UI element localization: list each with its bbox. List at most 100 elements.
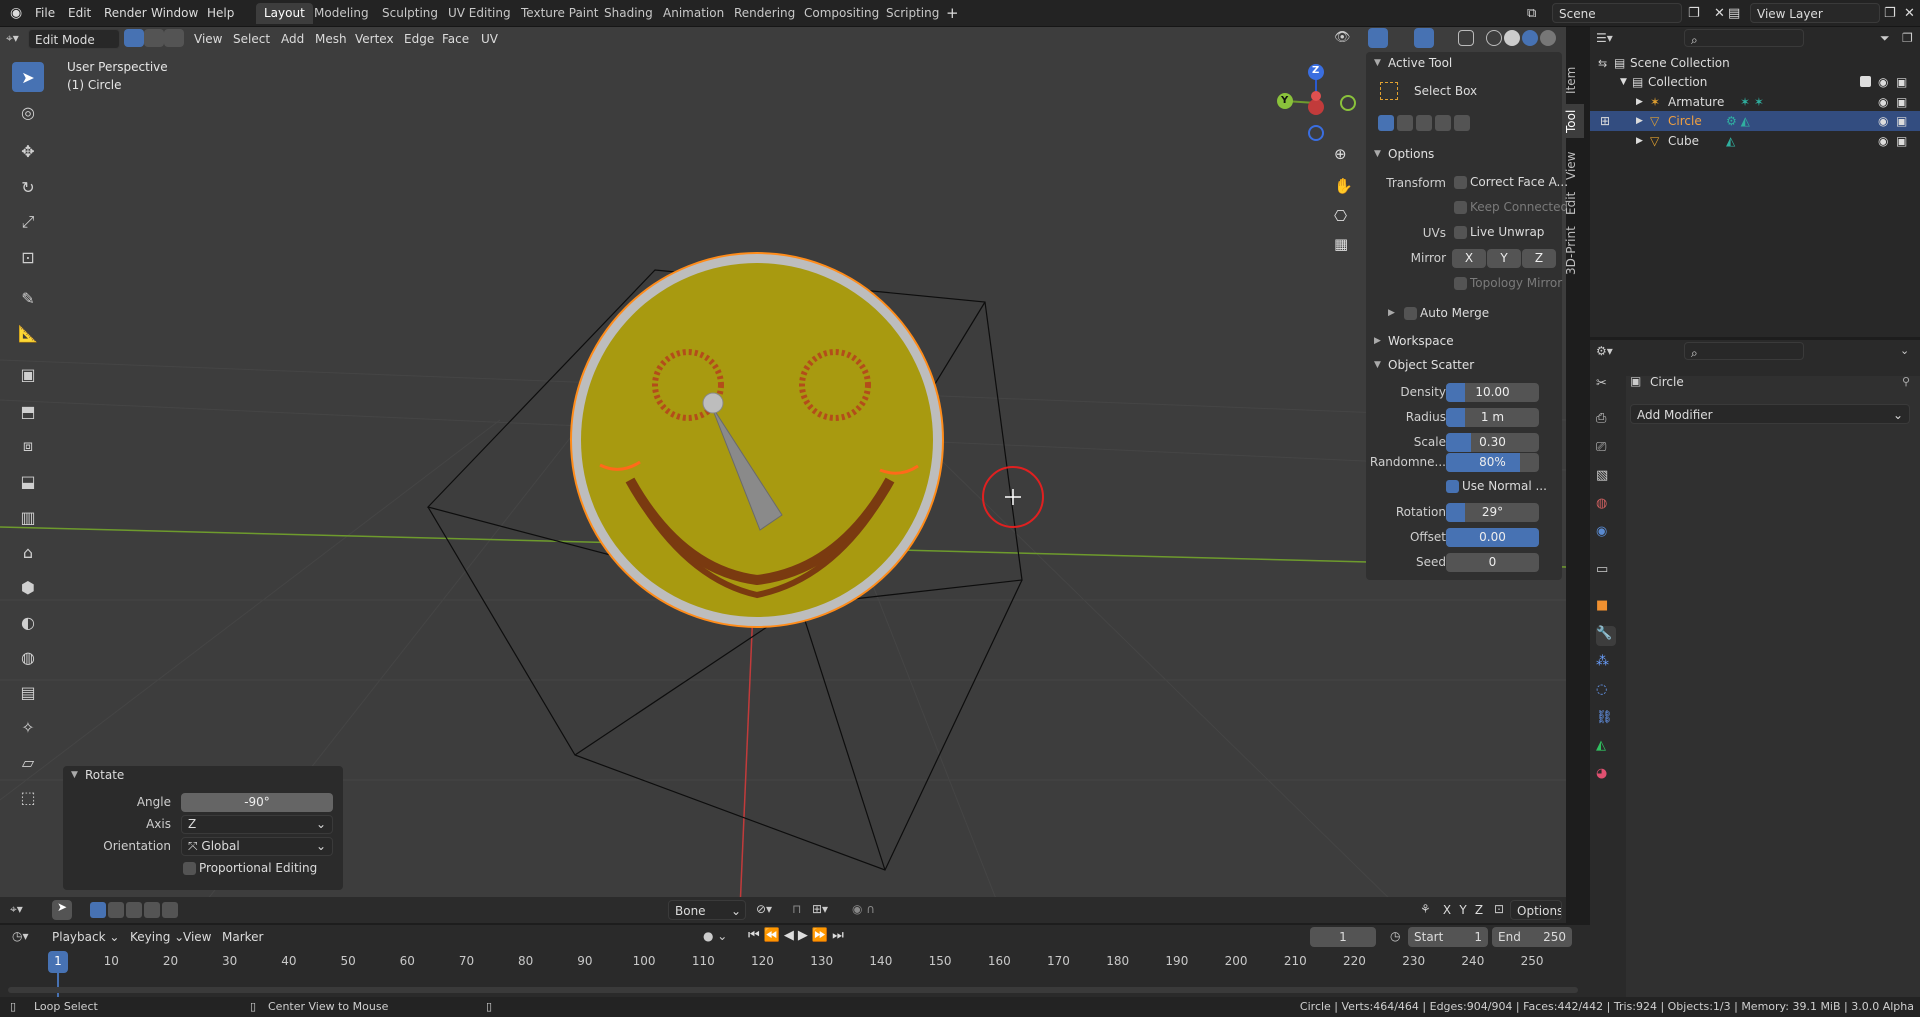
wireframe-shading-icon[interactable] xyxy=(1486,30,1502,46)
timeline-type-icon[interactable]: ◷▾ xyxy=(12,929,29,943)
xray-icon[interactable] xyxy=(1458,30,1474,46)
edit-mode-icon[interactable]: ⊞ xyxy=(1600,111,1610,131)
options-header[interactable]: ▼ Options xyxy=(1366,143,1562,165)
eye-icon[interactable]: ◉ xyxy=(1878,111,1888,131)
properties-search-input[interactable]: ⌕ xyxy=(1684,342,1804,360)
tab-uv-editing[interactable]: UV Editing xyxy=(440,3,519,24)
marker-menu[interactable]: Marker xyxy=(222,927,263,947)
constraints-tab-icon[interactable]: ⛓ xyxy=(1596,710,1616,730)
tab-sculpting[interactable]: Sculpting xyxy=(374,3,446,24)
view-layer-tab-icon[interactable]: ▧ xyxy=(1596,468,1616,488)
face-select-icon[interactable] xyxy=(164,29,184,47)
menu-vertex[interactable]: Vertex xyxy=(355,29,394,49)
solid-shading-icon[interactable] xyxy=(1504,30,1520,46)
loop-cut-tool-icon[interactable]: ▥ xyxy=(12,502,44,532)
data-tab-icon[interactable]: ◭ xyxy=(1596,738,1616,758)
auto-merge-expand-icon[interactable]: ▶ xyxy=(1388,308,1395,318)
menu-face[interactable]: Face xyxy=(442,29,469,49)
select-subtract-icon[interactable] xyxy=(126,902,142,918)
editor-type-icon[interactable]: ⌖▾ xyxy=(6,31,19,46)
outliner-row-circle[interactable]: ⊞ ▶ ▽ Circle ⚙ ◭ ◉ ▣ xyxy=(1590,111,1920,131)
mirror-z-button[interactable]: Z xyxy=(1522,249,1556,268)
add-cube-tool-icon[interactable]: ▣ xyxy=(12,359,44,389)
tab-rendering[interactable]: Rendering xyxy=(726,3,803,24)
preview-range-icon[interactable]: ◷ xyxy=(1390,929,1400,943)
tab-layout[interactable]: Layout xyxy=(256,3,313,24)
start-frame-field[interactable]: Start 1 xyxy=(1408,927,1488,947)
object-tab-icon[interactable]: ■ xyxy=(1596,598,1616,618)
zoom-icon[interactable]: ⊕ xyxy=(1334,145,1347,163)
pan-hand-icon[interactable]: ✋ xyxy=(1334,177,1353,195)
extrude-tool-icon[interactable]: ⬒ xyxy=(12,396,44,426)
gizmo-toggle-icon[interactable] xyxy=(1368,28,1388,48)
modifier-tab-icon[interactable]: 🔧 xyxy=(1596,626,1616,646)
camera-icon[interactable]: ▣ xyxy=(1896,111,1907,131)
menu-window[interactable]: Window xyxy=(151,0,198,27)
new-view-layer-icon[interactable]: ❐ xyxy=(1884,0,1896,27)
rotate-panel-title[interactable]: Rotate xyxy=(85,768,124,782)
material-shading-icon[interactable] xyxy=(1522,30,1538,46)
outliner-row-scene-collection[interactable]: ▤ Scene Collection xyxy=(1590,53,1920,73)
tab-texture-paint[interactable]: Texture Paint xyxy=(513,3,606,24)
workspace-header[interactable]: ▶ Workspace xyxy=(1366,330,1562,352)
edge-select-icon[interactable] xyxy=(144,29,164,47)
add-workspace-icon[interactable]: + xyxy=(946,0,959,27)
rotation-slider[interactable]: 29° xyxy=(1446,503,1539,522)
select-extend-icon[interactable] xyxy=(108,902,124,918)
collection-tab-icon[interactable]: ▭ xyxy=(1596,562,1616,582)
mirror-y-button[interactable]: Y xyxy=(1487,249,1521,268)
rip-tool-icon[interactable]: ⬚ xyxy=(12,782,44,812)
topology-mirror-checkbox[interactable] xyxy=(1454,277,1467,290)
menu-render[interactable]: Render xyxy=(104,0,147,27)
proportional-editing-checkbox[interactable] xyxy=(183,862,196,875)
tab-animation[interactable]: Animation xyxy=(655,3,732,24)
correct-face-checkbox[interactable] xyxy=(1454,176,1467,189)
menu-add[interactable]: Add xyxy=(281,29,304,49)
record-icon[interactable]: ● ⌄ xyxy=(703,929,727,943)
proportional-icon[interactable]: ◉ ∩ xyxy=(852,902,875,916)
delete-scene-icon[interactable]: ✕ xyxy=(1714,0,1725,27)
mirror-z-toggle[interactable]: Z xyxy=(1472,900,1486,920)
camera-icon[interactable]: ▣ xyxy=(1896,92,1907,112)
options-chevron-icon[interactable]: ⌄ xyxy=(1900,344,1909,357)
scale-slider[interactable]: 0.30 xyxy=(1446,433,1539,452)
shrink-fatten-tool-icon[interactable]: ✧ xyxy=(12,712,44,742)
camera-icon[interactable]: ▣ xyxy=(1896,72,1907,92)
tab-view[interactable]: View xyxy=(1564,146,1584,186)
menu-edge[interactable]: Edge xyxy=(404,29,434,49)
outliner-row-cube[interactable]: ▶ ▽ Cube ◭ ◉ ▣ xyxy=(1590,131,1920,151)
seed-field[interactable]: 0 xyxy=(1446,553,1539,572)
expand-icon[interactable]: ▶ xyxy=(1636,92,1643,112)
spin-tool-icon[interactable]: ◐ xyxy=(12,607,44,637)
timeline-view-menu[interactable]: View xyxy=(183,927,211,947)
select-intersect-icon[interactable] xyxy=(162,902,178,918)
eye-icon[interactable]: ◉ xyxy=(1878,92,1888,112)
angle-field[interactable]: -90° xyxy=(181,793,333,812)
render-tab-icon[interactable]: ⎙ xyxy=(1596,411,1616,431)
shear-tool-icon[interactable]: ▱ xyxy=(12,747,44,777)
physics-tab-icon[interactable]: ◌ xyxy=(1596,682,1616,702)
active-tool-header[interactable]: ▼ Active Tool xyxy=(1366,52,1562,74)
options-dropdown[interactable]: Options xyxy=(1510,900,1562,920)
tab-3d-print[interactable]: 3D-Print xyxy=(1564,226,1584,276)
exclude-checkbox[interactable] xyxy=(1860,76,1871,87)
snap-icon[interactable]: ⊓ xyxy=(792,902,801,916)
material-tab-icon[interactable]: ◕ xyxy=(1596,766,1616,786)
mode-new-icon[interactable] xyxy=(1378,115,1394,131)
mirror-y-toggle[interactable]: Y xyxy=(1456,900,1470,920)
camera-view-icon[interactable]: ⎔ xyxy=(1334,207,1347,225)
tab-modeling[interactable]: Modeling xyxy=(306,3,377,24)
visibility-icon[interactable]: 👁 xyxy=(1334,30,1351,45)
outliner-search-input[interactable]: ⌕ xyxy=(1684,29,1804,47)
scale-tool-icon[interactable]: ⤢ xyxy=(12,207,44,237)
playback-controls-icon[interactable]: ⏮⏪◀▶⏩⏭ xyxy=(748,928,848,943)
mode-intersect-icon[interactable] xyxy=(1454,115,1470,131)
keying-menu[interactable]: Keying ⌄ xyxy=(130,927,184,947)
tab-tool[interactable]: Tool xyxy=(1564,104,1584,138)
edge-slide-tool-icon[interactable]: ▤ xyxy=(12,677,44,707)
delete-view-layer-icon[interactable]: ✕ xyxy=(1904,0,1915,27)
select-invert-icon[interactable] xyxy=(144,902,160,918)
blender-logo-icon[interactable]: ◉ xyxy=(10,0,22,27)
select-box-tool-icon[interactable]: ➤ xyxy=(12,62,44,92)
inset-tool-icon[interactable]: ⧈ xyxy=(12,431,44,461)
